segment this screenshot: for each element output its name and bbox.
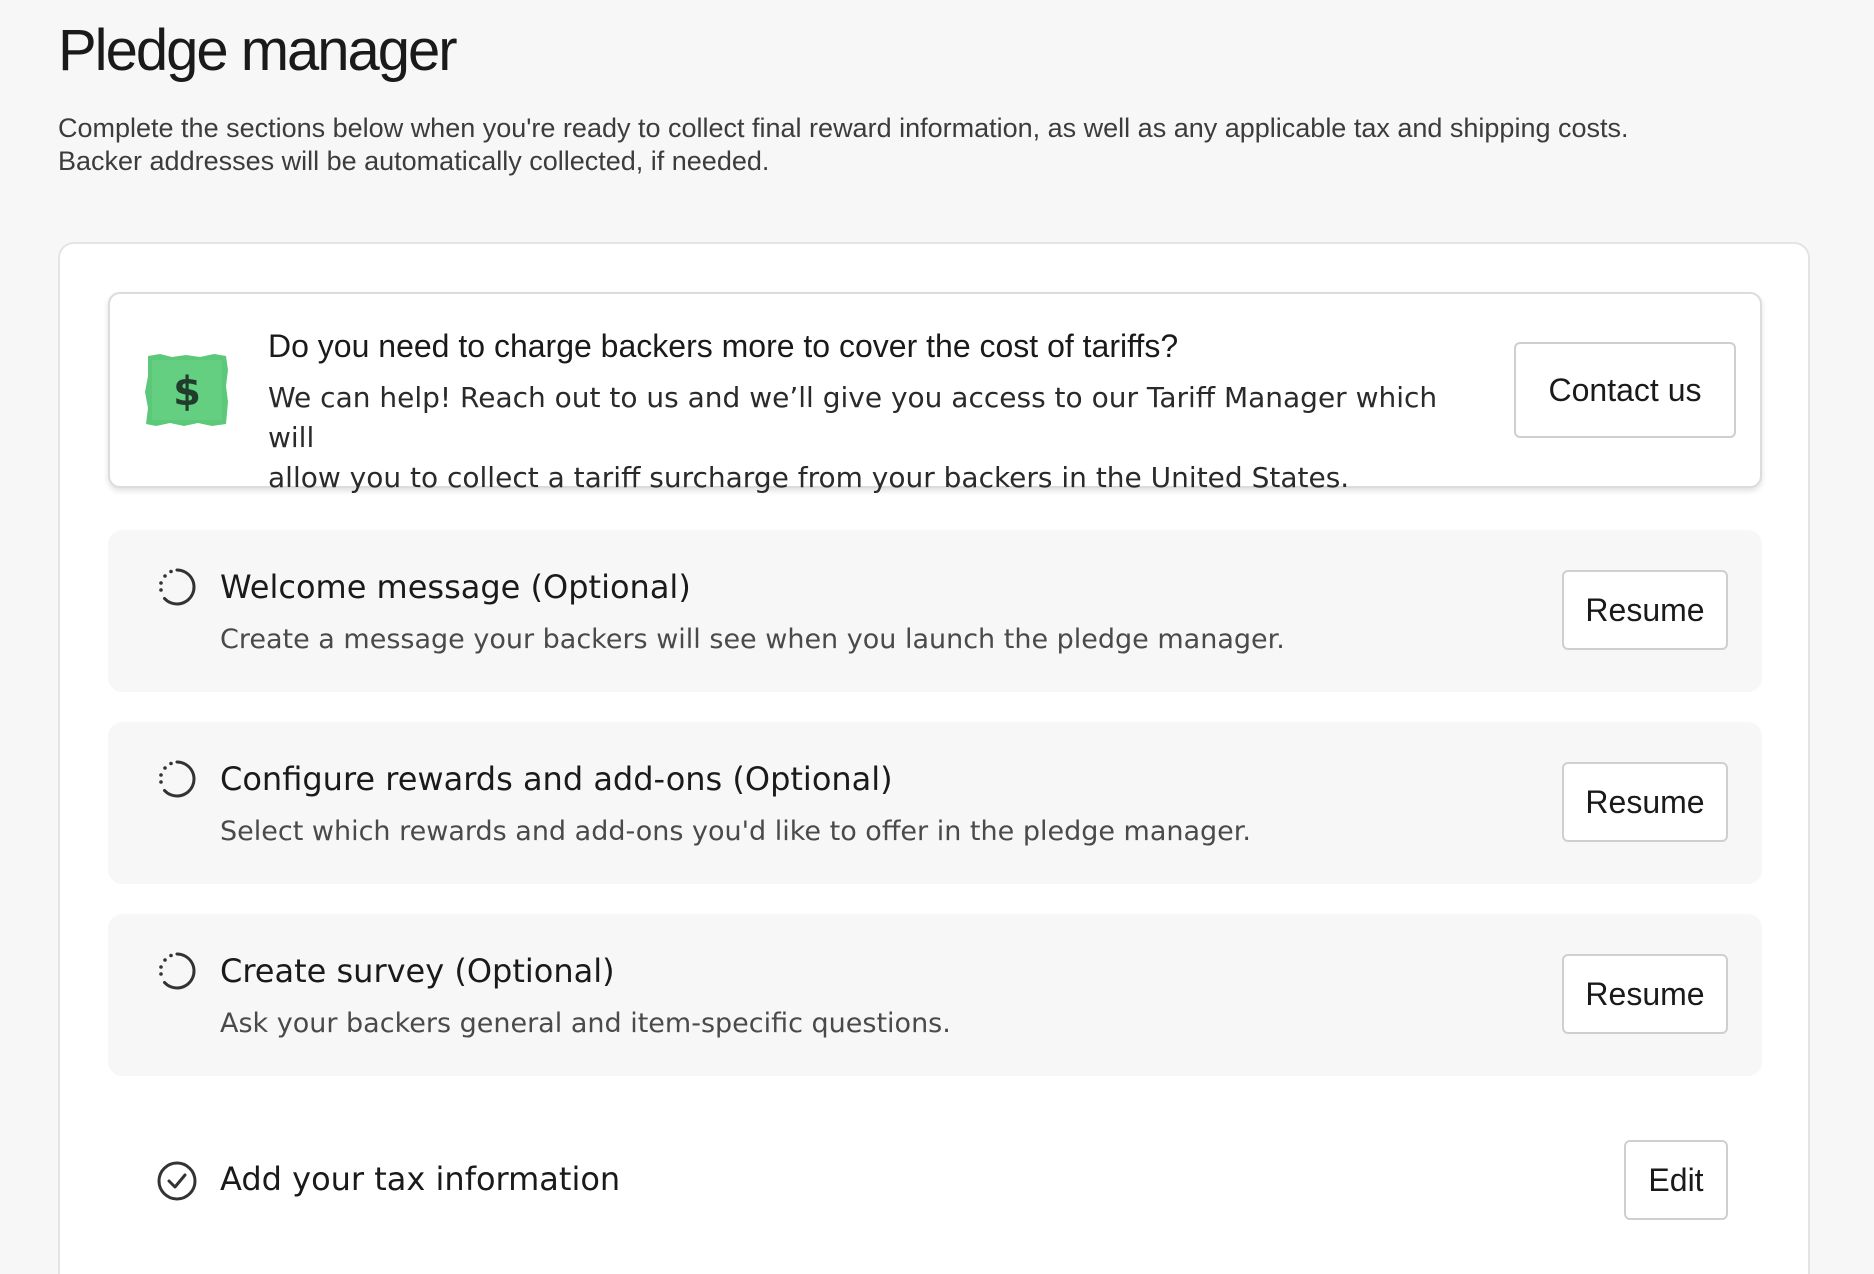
step-configure-rewards: Configure rewards and add-ons (Optional)… [108, 722, 1762, 884]
resume-welcome-message-button[interactable]: Resume [1562, 570, 1728, 650]
edit-tax-information-button[interactable]: Edit [1624, 1140, 1728, 1220]
resume-create-survey-button[interactable]: Resume [1562, 954, 1728, 1034]
step-title: Welcome message (Optional) [220, 568, 691, 606]
svg-text:$: $ [173, 369, 201, 415]
step-create-survey: Create survey (Optional) Ask your backer… [108, 914, 1762, 1076]
check-circle-icon [157, 1161, 197, 1201]
dollar-bill-icon: $ [145, 354, 228, 426]
incomplete-circle-icon [159, 760, 196, 798]
tariff-banner-title: Do you need to charge backers more to co… [268, 328, 1179, 364]
step-tax-information: Add your tax information Edit [108, 1120, 1762, 1240]
page-description: Complete the sections below when you're … [58, 112, 1818, 178]
step-title: Configure rewards and add-ons (Optional) [220, 760, 893, 798]
tariff-banner-body-line-1: We can help! Reach out to us and we’ll g… [268, 381, 1438, 454]
step-description: Select which rewards and add-ons you'd l… [220, 816, 1251, 847]
contact-us-button[interactable]: Contact us [1514, 342, 1736, 438]
tariff-banner-body: We can help! Reach out to us and we’ll g… [268, 378, 1468, 498]
page-description-line-2: Backer addresses will be automatically c… [58, 146, 770, 176]
incomplete-circle-icon [159, 952, 196, 990]
page-description-line-1: Complete the sections below when you're … [58, 113, 1629, 143]
step-title: Add your tax information [220, 1160, 621, 1198]
pledge-steps-card: $ Do you need to charge backers more to … [58, 242, 1810, 1274]
step-title: Create survey (Optional) [220, 952, 615, 990]
pledge-manager-page: Pledge manager Complete the sections bel… [0, 0, 1874, 1274]
step-welcome-message: Welcome message (Optional) Create a mess… [108, 530, 1762, 692]
tariff-banner: $ Do you need to charge backers more to … [108, 292, 1762, 494]
step-description: Create a message your backers will see w… [220, 624, 1285, 655]
page-title: Pledge manager [58, 18, 458, 83]
incomplete-circle-icon [159, 568, 196, 606]
resume-configure-rewards-button[interactable]: Resume [1562, 762, 1728, 842]
tariff-banner-body-line-2: allow you to collect a tariff surcharge … [268, 461, 1350, 494]
step-description: Ask your backers general and item-specif… [220, 1008, 951, 1039]
